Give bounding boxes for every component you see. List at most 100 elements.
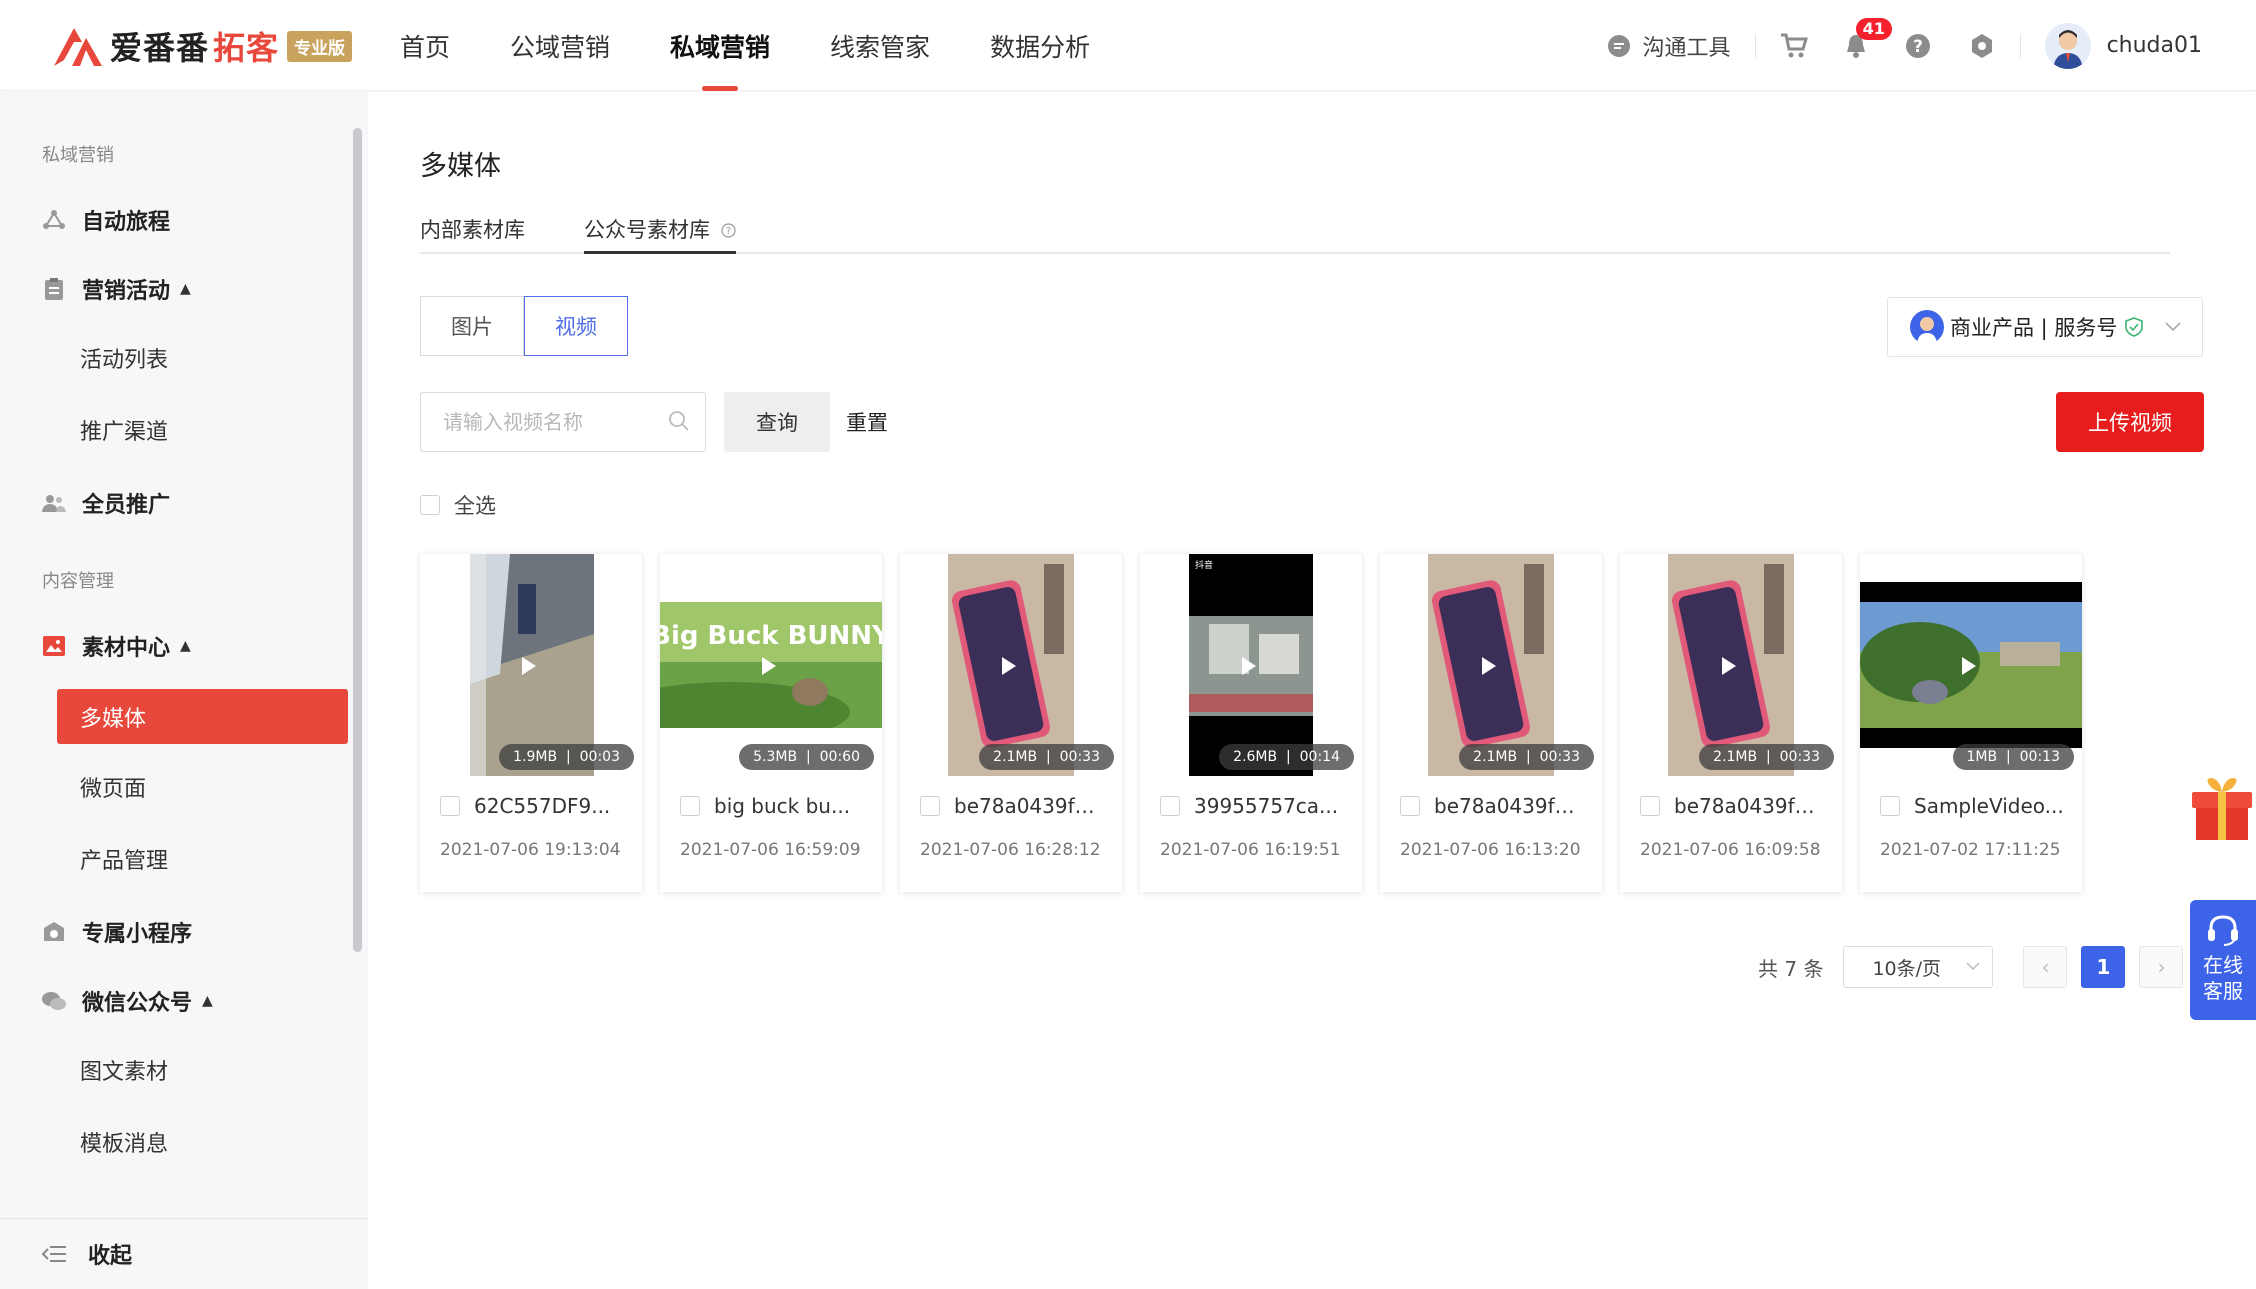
sidebar-item-wechat-official[interactable]: 微信公众号 ▲ — [42, 973, 213, 1029]
account-selector[interactable]: 商业产品 | 服务号 — [1887, 297, 2203, 357]
svg-text:?: ? — [726, 226, 731, 237]
video-card[interactable]: 1.9MB | 00:03 62C557DF9... 2021-07-06 19… — [420, 554, 642, 892]
play-icon — [1002, 657, 1016, 675]
thumb-title-text: Big Buck BUNNY — [660, 621, 882, 651]
video-card[interactable]: 1MB | 00:13 SampleVideo... 2021-07-02 17… — [1860, 554, 2082, 892]
edition-badge: 专业版 — [287, 30, 353, 62]
chevron-down-icon — [1966, 962, 1980, 971]
communication-tool-button[interactable]: 沟通工具 — [1607, 30, 1731, 62]
page-title: 多媒体 — [420, 151, 501, 182]
sidebar-item-all-staff[interactable]: 全员推广 — [42, 475, 170, 531]
prev-page-button[interactable]: ‹ — [2023, 946, 2068, 988]
notification-badge: 41 — [1855, 17, 1892, 40]
video-meta: 2.1MB | 00:33 — [979, 744, 1114, 770]
video-name: be78a0439fc... — [1640, 794, 1830, 818]
nav-lead-manager[interactable]: 线索管家 — [830, 0, 930, 91]
sidebar-collapse-button[interactable]: 收起 — [0, 1218, 368, 1289]
account-avatar — [1910, 310, 1944, 344]
card-checkbox[interactable] — [1640, 796, 1660, 816]
sidebar-scrollbar[interactable] — [353, 128, 362, 952]
video-name: be78a0439fc... — [1400, 794, 1590, 818]
sidebar-item-marketing-activity[interactable]: 营销活动 ▲ — [42, 261, 191, 317]
sidebar-sub-product-mgmt[interactable]: 产品管理 — [80, 834, 168, 884]
gift-icon[interactable] — [2190, 776, 2254, 842]
video-date: 2021-07-06 19:13:04 — [440, 840, 621, 860]
video-thumbnail[interactable]: 1.9MB | 00:03 — [420, 554, 642, 776]
select-all[interactable]: 全选 — [420, 490, 496, 520]
sidebar-sub-promo-channel[interactable]: 推广渠道 — [80, 405, 168, 455]
select-all-label: 全选 — [454, 494, 496, 518]
search-icon[interactable] — [668, 410, 690, 436]
card-checkbox[interactable] — [920, 796, 940, 816]
video-thumbnail[interactable]: Big Buck BUNNY 5.3MB | 00:60 — [660, 554, 882, 776]
nav-home[interactable]: 首页 — [400, 0, 450, 91]
users-icon — [42, 491, 66, 515]
card-checkbox[interactable] — [1880, 796, 1900, 816]
card-checkbox[interactable] — [440, 796, 460, 816]
logo-sub-text: 拓客 — [213, 29, 280, 67]
video-meta: 2.1MB | 00:33 — [1459, 744, 1594, 770]
nav-data-analysis[interactable]: 数据分析 — [990, 0, 1090, 91]
header-divider — [1754, 33, 1756, 58]
next-page-button[interactable]: › — [2139, 946, 2184, 988]
video-thumbnail[interactable]: 抖音 2.6MB | 00:14 — [1140, 554, 1362, 776]
video-date: 2021-07-06 16:09:58 — [1640, 840, 1821, 860]
nav-private-marketing[interactable]: 私域营销 — [670, 0, 770, 91]
query-button[interactable]: 查询 — [724, 392, 830, 452]
play-icon — [1242, 657, 1256, 675]
cart-icon[interactable] — [1780, 32, 1808, 60]
seg-video[interactable]: 视频 — [524, 296, 628, 356]
play-icon — [1482, 657, 1496, 675]
video-card[interactable]: 2.1MB | 00:33 be78a0439fc... 2021-07-06 … — [1620, 554, 1842, 892]
video-name: SampleVideo... — [1880, 794, 2070, 818]
sidebar-sub-multimedia[interactable]: 多媒体 — [57, 689, 348, 744]
logo[interactable]: 爱番番 拓客 专业版 — [52, 24, 353, 68]
mini-program-icon — [42, 920, 66, 944]
upload-video-button[interactable]: 上传视频 — [2056, 392, 2204, 452]
video-card[interactable]: 2.1MB | 00:33 be78a0439fc... 2021-07-06 … — [1380, 554, 1602, 892]
page-number-1[interactable]: 1 — [2081, 946, 2126, 988]
reset-button[interactable]: 重置 — [846, 392, 888, 452]
account-label: 商业产品 | 服务号 — [1950, 316, 2118, 340]
video-thumbnail[interactable]: 2.1MB | 00:33 — [1620, 554, 1842, 776]
video-card[interactable]: Big Buck BUNNY 5.3MB | 00:60 big buck bu… — [660, 554, 882, 892]
bell-icon[interactable]: 41 — [1842, 17, 1892, 60]
video-search-input[interactable] — [420, 392, 706, 452]
tab-official-account-library[interactable]: 公众号素材库 ? — [584, 214, 736, 254]
sidebar-item-mini-program[interactable]: 专属小程序 — [42, 904, 192, 960]
tab-internal-library[interactable]: 内部素材库 — [420, 214, 525, 254]
sidebar-sub-micro-page[interactable]: 微页面 — [80, 762, 146, 812]
video-meta: 5.3MB | 00:60 — [739, 744, 874, 770]
username[interactable]: chuda01 — [2107, 33, 2202, 58]
seg-image[interactable]: 图片 — [420, 296, 524, 356]
sidebar-sub-activity-list[interactable]: 活动列表 — [80, 333, 168, 383]
card-checkbox[interactable] — [1400, 796, 1420, 816]
select-all-checkbox[interactable] — [420, 495, 440, 515]
video-date: 2021-07-02 17:11:25 — [1880, 840, 2061, 860]
settings-icon[interactable] — [1968, 32, 1996, 60]
user-avatar[interactable] — [2044, 22, 2091, 69]
video-card[interactable]: 2.1MB | 00:33 be78a0439fc... 2021-07-06 … — [900, 554, 1122, 892]
card-checkbox[interactable] — [680, 796, 700, 816]
sidebar-item-material-center[interactable]: 素材中心 ▲ — [42, 618, 191, 674]
online-service-button[interactable]: 在线客服 — [2190, 900, 2256, 1020]
page-size-select[interactable]: 10条/页 — [1843, 946, 1994, 988]
video-meta: 2.6MB | 00:14 — [1219, 744, 1354, 770]
video-card[interactable]: 抖音 2.6MB | 00:14 39955757ca... 2021-07-0… — [1140, 554, 1362, 892]
page-size-value: 10条/页 — [1872, 957, 1942, 980]
help-icon[interactable]: ? — [1904, 32, 1932, 60]
play-icon — [1722, 657, 1736, 675]
nav-public-marketing[interactable]: 公域营销 — [510, 0, 610, 91]
help-circle-icon[interactable]: ? — [721, 219, 736, 243]
sidebar-sub-template-msg[interactable]: 模板消息 — [80, 1117, 168, 1167]
video-thumbnail[interactable]: 2.1MB | 00:33 — [1380, 554, 1602, 776]
video-thumbnail[interactable]: 2.1MB | 00:33 — [900, 554, 1122, 776]
chevron-down-icon — [2165, 322, 2182, 332]
wechat-icon — [42, 989, 66, 1013]
video-meta: 1.9MB | 00:03 — [499, 744, 634, 770]
card-checkbox[interactable] — [1160, 796, 1180, 816]
logo-mark-icon — [52, 24, 104, 68]
video-thumbnail[interactable]: 1MB | 00:13 — [1860, 554, 2082, 776]
sidebar-sub-article-material[interactable]: 图文素材 — [80, 1045, 168, 1095]
sidebar-item-auto-journey[interactable]: 自动旅程 — [42, 192, 170, 248]
